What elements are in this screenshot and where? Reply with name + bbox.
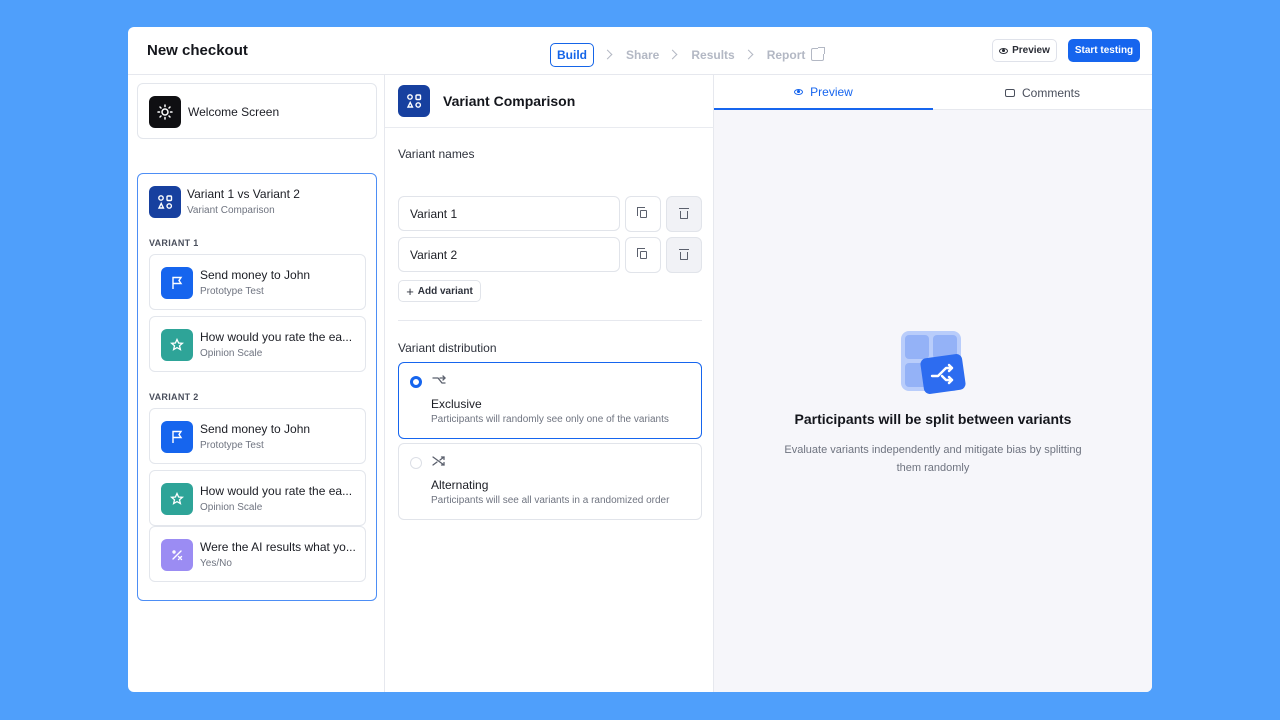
page-title: New checkout [147, 42, 248, 59]
item-subtitle: Opinion Scale [200, 502, 263, 513]
step-report-label: Report [766, 47, 806, 62]
chevron-right-icon [667, 49, 678, 60]
step-navigation: Build Share Results Report [550, 42, 826, 67]
shuffle-icon [432, 455, 446, 470]
start-testing-button[interactable]: Start testing [1068, 39, 1140, 62]
list-item[interactable]: Send money to John Prototype Test [149, 408, 366, 464]
preview-button[interactable]: Preview [992, 39, 1057, 62]
plus-icon: + [406, 283, 414, 299]
item-title: Were the AI results what yo... [200, 540, 356, 554]
radio-selected[interactable] [410, 376, 422, 388]
editor-header: Variant Comparison [385, 75, 714, 128]
tab-comments-label: Comments [1021, 85, 1080, 100]
flag-icon [161, 421, 193, 453]
list-item[interactable]: Were the AI results what yo... Yes/No [149, 526, 366, 582]
item-subtitle: Prototype Test [200, 286, 264, 297]
option-description: Participants will randomly see only one … [431, 414, 669, 425]
welcome-screen-card[interactable]: Welcome Screen [137, 83, 377, 139]
app-window: New checkout Build Share Results Report … [128, 27, 1152, 692]
flag-icon [161, 267, 193, 299]
chevron-right-icon [743, 49, 754, 60]
preview-tabs: Preview Comments [714, 75, 1152, 110]
chevron-right-icon [602, 49, 613, 60]
tab-comments[interactable]: Comments [933, 75, 1152, 110]
group-title: Variant 1 vs Variant 2 [187, 187, 300, 201]
variant-2-label: VARIANT 2 [149, 392, 199, 402]
star-icon [161, 329, 193, 361]
group-subtitle: Variant Comparison [187, 205, 275, 216]
item-title: How would you rate the ea... [200, 484, 353, 498]
delete-variant-button[interactable] [666, 196, 702, 232]
preview-panel: Preview Comments Participants will be sp… [714, 75, 1152, 692]
item-subtitle: Yes/No [200, 558, 232, 569]
duplicate-variant-button[interactable] [625, 237, 661, 273]
tab-preview[interactable]: Preview [714, 75, 933, 110]
copy-icon [636, 248, 647, 259]
sun-icon [149, 96, 181, 128]
trash-icon [679, 208, 689, 219]
block-list: Welcome Screen Variant 1 vs Variant 2 Va… [128, 75, 385, 692]
variant-comparison-group[interactable]: Variant 1 vs Variant 2 Variant Compariso… [137, 173, 377, 601]
percent-icon [161, 539, 193, 571]
welcome-screen-title: Welcome Screen [188, 105, 280, 119]
external-link-icon [811, 46, 826, 61]
option-description: Participants will see all variants in a … [431, 495, 670, 506]
delete-variant-button[interactable] [666, 237, 702, 273]
add-variant-label: Add variant [417, 285, 473, 297]
list-item[interactable]: How would you rate the ea... Opinion Sca… [149, 470, 366, 526]
item-subtitle: Prototype Test [200, 440, 264, 451]
variant-distribution-label: Variant distribution [398, 341, 497, 355]
distribution-option-exclusive[interactable]: Exclusive Participants will randomly see… [398, 362, 702, 439]
split-variants-illustration [900, 330, 966, 396]
step-build[interactable]: Build [550, 42, 594, 67]
item-title: Send money to John [200, 422, 311, 436]
step-share[interactable]: Share [626, 48, 659, 62]
eye-icon [999, 47, 1009, 54]
top-bar: New checkout Build Share Results Report … [128, 27, 1152, 75]
copy-icon [636, 207, 647, 218]
item-subtitle: Opinion Scale [200, 348, 263, 359]
list-item[interactable]: How would you rate the ea... Opinion Sca… [149, 316, 366, 372]
variant-names-label: Variant names [398, 147, 475, 161]
empty-state-title: Participants will be split between varia… [794, 411, 1072, 427]
add-variant-button[interactable]: + Add variant [398, 280, 481, 302]
distribution-option-alternating[interactable]: Alternating Participants will see all va… [398, 443, 702, 520]
option-title: Exclusive [431, 397, 482, 411]
list-item[interactable]: Send money to John Prototype Test [149, 254, 366, 310]
radio-unselected[interactable] [410, 457, 422, 469]
comment-icon [1004, 88, 1015, 97]
star-icon [161, 483, 193, 515]
option-title: Alternating [431, 478, 489, 492]
editor-title: Variant Comparison [443, 93, 576, 109]
variant-icon [398, 85, 430, 117]
tab-preview-label: Preview [810, 84, 853, 99]
empty-state-description: Evaluate variants independently and miti… [784, 444, 1082, 474]
eye-icon [794, 88, 804, 95]
variant-name-field[interactable]: Variant 1 [398, 196, 620, 231]
split-arrow-icon [432, 374, 446, 389]
variant-1-label: VARIANT 1 [149, 238, 199, 248]
trash-icon [679, 249, 689, 260]
step-report[interactable]: Report [766, 46, 826, 64]
divider [398, 320, 702, 321]
item-title: How would you rate the ea... [200, 330, 353, 344]
item-title: Send money to John [200, 268, 311, 282]
block-editor: Variant Comparison Variant names Variant… [385, 75, 714, 692]
step-results[interactable]: Results [691, 48, 734, 62]
variant-name-field[interactable]: Variant 2 [398, 237, 620, 272]
preview-button-label: Preview [1012, 45, 1050, 56]
duplicate-variant-button[interactable] [625, 196, 661, 232]
variant-icon [149, 186, 181, 218]
